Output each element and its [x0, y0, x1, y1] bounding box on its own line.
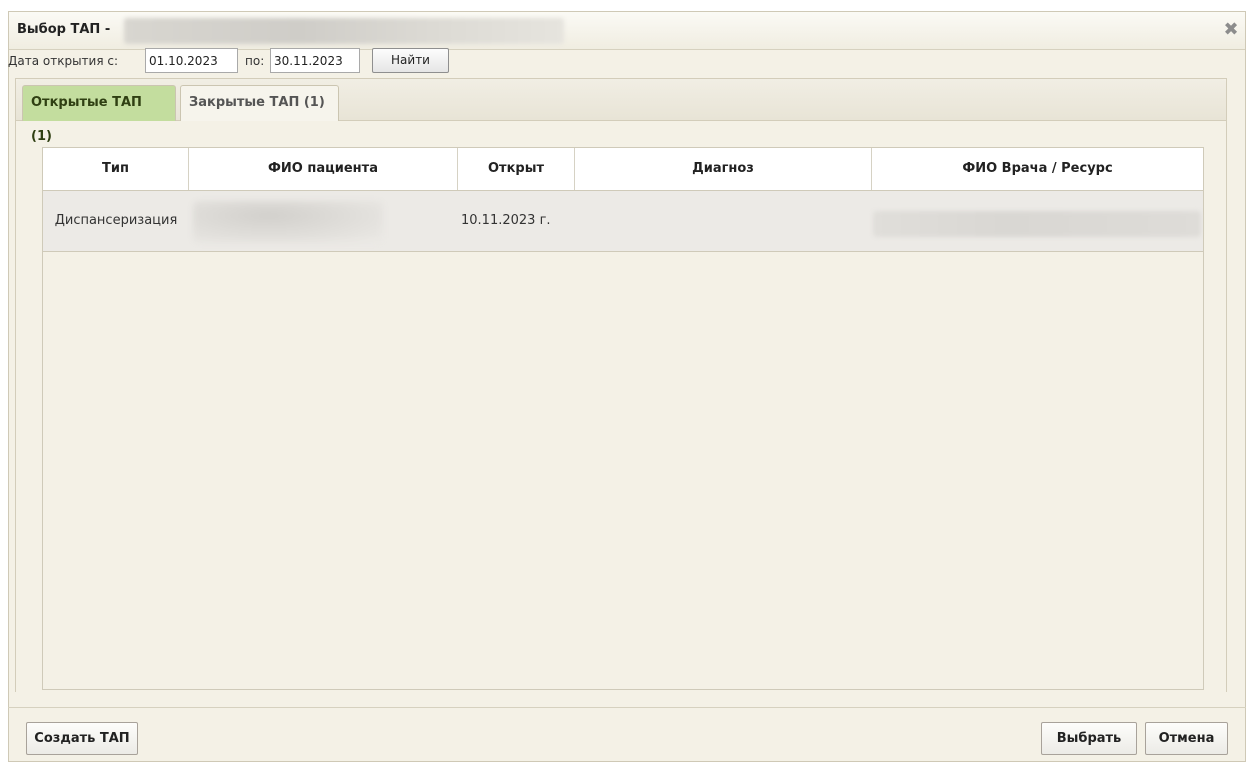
column-header-opened[interactable]: Открыт: [458, 148, 575, 190]
tab-strip: Открытые ТАП (1) Закрытые ТАП (1): [16, 79, 1226, 144]
tab-closed-taps[interactable]: Закрытые ТАП (1): [180, 85, 339, 121]
date-to-input[interactable]: [270, 48, 360, 73]
column-header-doctor[interactable]: ФИО Врача / Ресурс: [872, 148, 1203, 190]
close-icon[interactable]: ✖: [1221, 20, 1241, 40]
column-header-diagnosis[interactable]: Диагноз: [575, 148, 872, 190]
column-header-type[interactable]: Тип: [43, 148, 189, 190]
column-header-patient[interactable]: ФИО пациента: [189, 148, 458, 190]
dialog-titlebar: Выбор ТАП - ✖: [9, 12, 1245, 50]
cell-diagnosis: [575, 191, 872, 251]
select-button[interactable]: Выбрать: [1041, 722, 1137, 755]
date-from-label: Дата открытия с:: [8, 54, 119, 68]
tab-open-taps[interactable]: Открытые ТАП (1): [22, 85, 176, 144]
table-row[interactable]: Диспансеризация 10.11.2023 г.: [43, 191, 1203, 252]
create-tap-button[interactable]: Создать ТАП: [26, 722, 138, 755]
date-to-label: по:: [245, 54, 265, 68]
date-filter-bar: Дата открытия с: по: Найти: [8, 48, 608, 74]
cell-opened: 10.11.2023 г.: [461, 213, 551, 228]
footer-divider: [8, 707, 1246, 708]
date-from-input[interactable]: [145, 48, 238, 73]
tap-table: Тип ФИО пациента Открыт Диагноз ФИО Врач…: [42, 147, 1204, 690]
cancel-button[interactable]: Отмена: [1145, 722, 1228, 755]
dialog-title: Выбор ТАП -: [17, 22, 111, 37]
tap-tab-panel: Открытые ТАП (1) Закрытые ТАП (1) Тип ФИ…: [15, 78, 1227, 692]
table-header: Тип ФИО пациента Открыт Диагноз ФИО Врач…: [43, 148, 1203, 191]
redacted-doctor-name: [873, 211, 1201, 237]
find-button[interactable]: Найти: [372, 48, 449, 73]
redacted-title-text: [124, 18, 564, 44]
cell-type: Диспансеризация: [54, 213, 178, 228]
redacted-patient-name: [193, 201, 383, 243]
